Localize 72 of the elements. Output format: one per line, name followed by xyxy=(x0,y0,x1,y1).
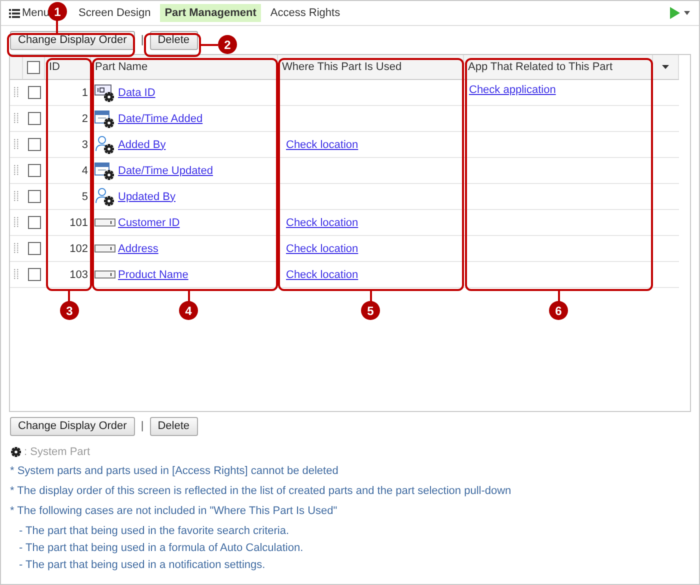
id-cell: 3 xyxy=(82,138,88,150)
id-cell: 2 xyxy=(82,112,88,124)
leader-line xyxy=(188,290,190,302)
row-checkbox[interactable] xyxy=(28,112,40,125)
part-name-link[interactable]: Address xyxy=(118,242,158,254)
column-header: App That Related to This Part xyxy=(468,61,613,73)
note-text: - The part that being used in a notification settings. xyxy=(18,559,266,571)
select-all-checkbox[interactable] xyxy=(27,60,40,74)
callout-number: 3 xyxy=(60,301,79,320)
note-text: * The display order of this screen is reflected in the list of created parts and the part selection pull-down xyxy=(9,485,512,497)
part-name-link[interactable]: Date/Time Added xyxy=(118,112,203,124)
row-checkbox[interactable] xyxy=(28,86,40,99)
part-name-link[interactable]: Updated By xyxy=(118,190,176,202)
column-header: Where This Part Is Used xyxy=(282,61,402,73)
nav-tab[interactable]: Screen Design xyxy=(74,4,156,22)
menu-icon xyxy=(9,8,20,18)
nav-tab[interactable]: Access Rights xyxy=(265,4,346,22)
separator: | xyxy=(140,420,144,432)
change-order-button[interactable]: Change Display Order xyxy=(10,416,135,436)
drag-handle-icon[interactable] xyxy=(14,113,19,124)
row-checkbox[interactable] xyxy=(28,242,40,255)
leader-line xyxy=(558,290,560,302)
legend-text: : System Part xyxy=(24,446,90,458)
play-dropdown-icon[interactable] xyxy=(669,7,691,19)
drag-handle-icon[interactable] xyxy=(14,217,19,228)
row-checkbox[interactable] xyxy=(28,164,40,177)
row-checkbox[interactable] xyxy=(28,138,40,151)
id-cell: 103 xyxy=(70,268,88,280)
nav-tab[interactable]: Part Management xyxy=(160,4,262,22)
callout-number: 6 xyxy=(549,301,568,320)
column-header: Part Name xyxy=(95,61,148,73)
delete-button[interactable]: Delete xyxy=(150,416,198,436)
drag-handle-icon[interactable] xyxy=(14,243,19,254)
separator: | xyxy=(140,34,144,46)
part-name-link[interactable]: Date/Time Updated xyxy=(118,164,213,176)
id-cell: 101 xyxy=(70,216,88,228)
row-checkbox[interactable] xyxy=(28,190,40,203)
id-cell: 4 xyxy=(82,164,88,176)
callout-number: 1 xyxy=(48,2,67,21)
drag-handle-icon[interactable] xyxy=(14,139,19,150)
column-header: ID xyxy=(49,61,60,73)
part-name-link[interactable]: Data ID xyxy=(118,86,156,98)
leader-line xyxy=(56,20,58,33)
caret-icon[interactable] xyxy=(662,65,669,69)
row-checkbox[interactable] xyxy=(28,216,40,229)
gear-icon xyxy=(10,446,22,458)
drag-handle-icon[interactable] xyxy=(14,165,19,176)
leader-line xyxy=(370,290,372,302)
leader-line xyxy=(200,44,218,46)
check-location-link[interactable]: Check location xyxy=(286,138,358,150)
check-location-link[interactable]: Check location xyxy=(286,216,358,228)
note-text: - The part that being used in the favorite search criteria. xyxy=(18,525,290,537)
callout-number: 2 xyxy=(218,35,237,54)
row-checkbox[interactable] xyxy=(28,268,40,281)
note-text: - The part that being used in a formula of Auto Calculation. xyxy=(18,542,304,554)
check-application-link[interactable]: Check application xyxy=(469,84,556,96)
check-location-link[interactable]: Check location xyxy=(286,268,358,280)
note-text: * The following cases are not included in "Where This Part Is Used" xyxy=(9,505,338,517)
leader-line xyxy=(68,290,70,302)
check-location-link[interactable]: Check location xyxy=(286,242,358,254)
drag-handle-icon[interactable] xyxy=(14,191,19,202)
part-name-link[interactable]: Added By xyxy=(118,138,166,150)
part-name-link[interactable]: Customer ID xyxy=(118,216,180,228)
drag-handle-icon[interactable] xyxy=(14,269,19,280)
id-cell: 5 xyxy=(82,190,88,202)
callout-number: 4 xyxy=(179,301,198,320)
callout-number: 5 xyxy=(361,301,380,320)
drag-handle-icon[interactable] xyxy=(14,87,19,98)
part-name-link[interactable]: Product Name xyxy=(118,268,188,280)
id-cell: 1 xyxy=(82,86,88,98)
note-text: * System parts and parts used in [Access Rights] cannot be deleted xyxy=(9,465,340,477)
id-cell: 102 xyxy=(70,242,88,254)
